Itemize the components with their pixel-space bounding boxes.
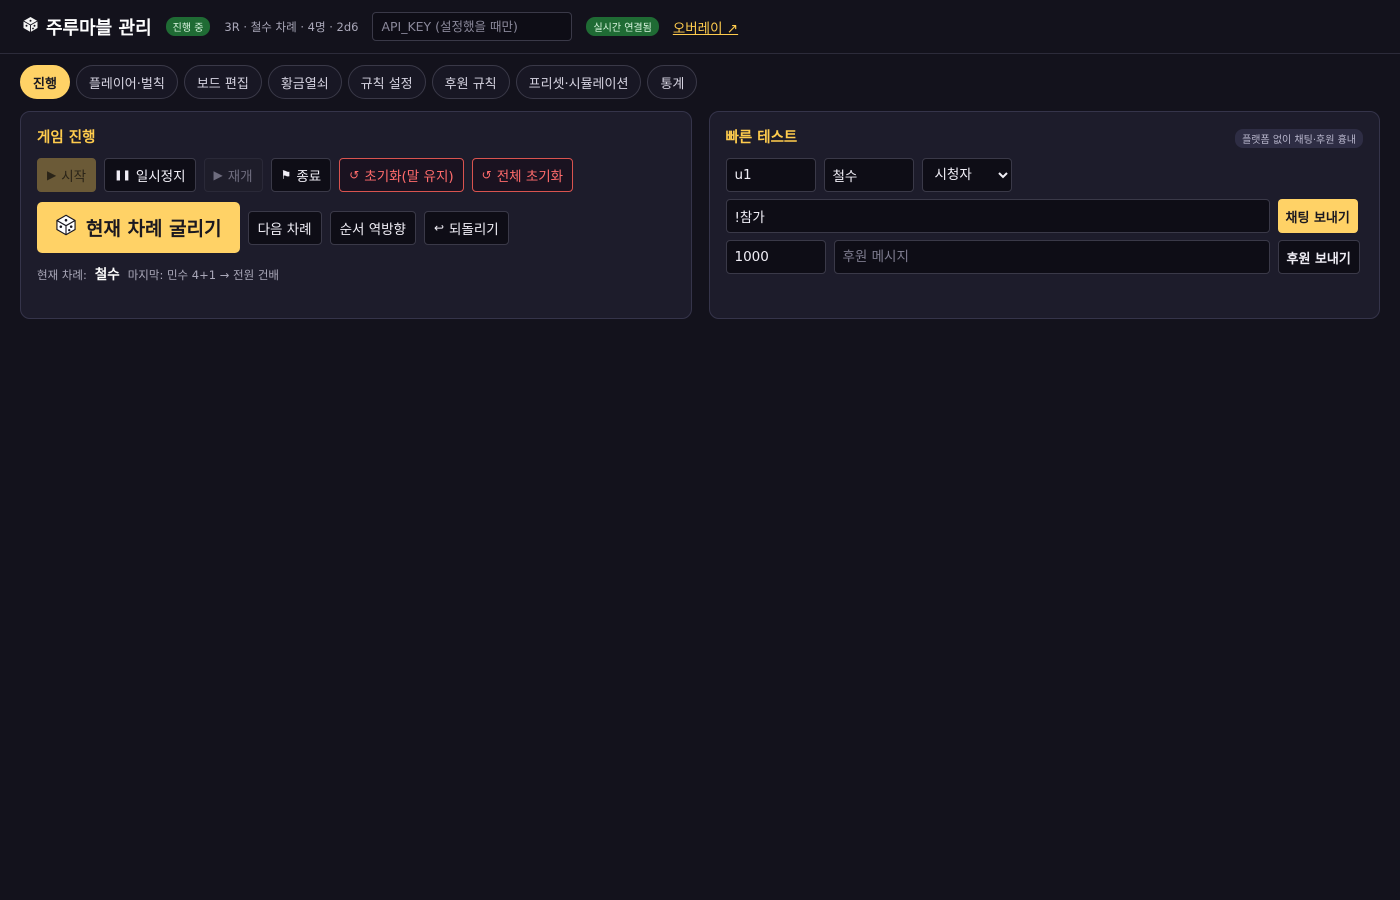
reset-icon: ↺ [349, 168, 360, 182]
control-row: ▶ 시작 ❚❚ 일시정지 ▶ 재개 ⚑ 종료 ↺ 초기화(말 유지) ↺ 전체 … [37, 158, 675, 192]
sender-row: 시청자 [725, 158, 1364, 192]
play-icon: ▶ [47, 168, 57, 182]
turn-row: 현재 차례 굴리기 다음 차례 순서 역방향 ↩ 되돌리기 [37, 202, 675, 253]
roll-label: 현재 차례 굴리기 [86, 218, 222, 240]
quicktest-hint-badge: 플랫폼 없이 채팅·후원 흉내 [1235, 129, 1363, 148]
tab-progress[interactable]: 진행 [20, 65, 70, 99]
current-turn-label: 현재 차례: [37, 268, 87, 282]
reset-keep-label: 초기화(말 유지) [364, 169, 454, 185]
tab-rules[interactable]: 규칙 설정 [347, 65, 426, 99]
undo-button[interactable]: ↩ 되돌리기 [423, 210, 509, 245]
turn-status: 현재 차례: 철수 마지막: 민수 4+1 → 전원 건배 [37, 263, 675, 283]
reverse-order-button[interactable]: 순서 역방향 [329, 210, 416, 245]
panel-title-game: 게임 진행 [37, 130, 96, 146]
user-id-input[interactable] [725, 158, 816, 192]
donation-message-input[interactable] [833, 240, 1270, 274]
flag-icon: ⚑ [280, 168, 292, 182]
dice-icon [55, 214, 77, 241]
app-header: 주루마블 관리 진행 중 3R · 철수 차례 · 4명 · 2d6 실시간 연… [0, 0, 1400, 54]
tab-players-penalties[interactable]: 플레이어·벌칙 [75, 65, 178, 99]
undo-icon: ↩ [433, 220, 445, 235]
tab-golden-keys[interactable]: 황금열쇠 [267, 65, 342, 99]
undo-label: 되돌리기 [449, 221, 499, 238]
dice-icon [22, 16, 39, 38]
start-label: 시작 [61, 169, 87, 185]
tab-presets-simulation[interactable]: 프리셋·시뮬레이션 [515, 65, 642, 99]
resume-button[interactable]: ▶ 재개 [203, 158, 263, 192]
role-select[interactable]: 시청자 [921, 158, 1012, 192]
end-label: 종료 [296, 169, 322, 185]
tab-board-edit[interactable]: 보드 편집 [183, 65, 262, 99]
current-player: 철수 [94, 267, 120, 283]
last-action: 마지막: 민수 4+1 → 전원 건배 [127, 268, 279, 282]
connection-badge: 실시간 연결됨 [586, 17, 659, 36]
reset-all-label: 전체 초기화 [496, 169, 564, 185]
reset-keep-button[interactable]: ↺ 초기화(말 유지) [339, 158, 464, 192]
game-meta: 3R · 철수 차례 · 4명 · 2d6 [224, 19, 359, 34]
end-button[interactable]: ⚑ 종료 [270, 158, 332, 192]
app-brand: 주루마블 관리 [22, 14, 152, 40]
donation-row: 후원 보내기 [725, 240, 1364, 274]
pause-icon: ❚❚ [114, 169, 131, 181]
roll-button[interactable]: 현재 차례 굴리기 [37, 202, 240, 253]
overlay-link[interactable]: 오버레이 ↗ [673, 17, 738, 37]
chat-row: 채팅 보내기 [725, 199, 1364, 233]
game-progress-panel: 게임 진행 ▶ 시작 ❚❚ 일시정지 ▶ 재개 ⚑ 종료 ↺ 초기화(말 유지) [20, 111, 692, 319]
reset-all-button[interactable]: ↺ 전체 초기화 [471, 158, 574, 192]
quick-test-panel: 빠른 테스트 플랫폼 없이 채팅·후원 흉내 시청자 채팅 보내기 후원 보내기 [708, 111, 1380, 319]
pause-label: 일시정지 [135, 169, 186, 185]
resume-label: 재개 [227, 169, 253, 185]
donation-amount-input[interactable] [725, 240, 826, 274]
play-icon: ▶ [213, 168, 223, 182]
start-button[interactable]: ▶ 시작 [37, 158, 97, 192]
chat-message-input[interactable] [725, 199, 1270, 233]
next-turn-button[interactable]: 다음 차례 [247, 210, 322, 245]
tab-donation-rules[interactable]: 후원 규칙 [431, 65, 510, 99]
game-status-badge: 진행 중 [165, 17, 211, 36]
nickname-input[interactable] [823, 158, 914, 192]
tab-bar: 진행 플레이어·벌칙 보드 편집 황금열쇠 규칙 설정 후원 규칙 프리셋·시뮬… [0, 54, 1400, 99]
tab-stats[interactable]: 통계 [647, 65, 698, 99]
pause-button[interactable]: ❚❚ 일시정지 [104, 158, 196, 192]
send-chat-button[interactable]: 채팅 보내기 [1277, 199, 1358, 233]
send-donation-button[interactable]: 후원 보내기 [1277, 240, 1360, 274]
app-title: 주루마블 관리 [46, 17, 152, 39]
reset-icon: ↺ [481, 168, 492, 182]
panels: 게임 진행 ▶ 시작 ❚❚ 일시정지 ▶ 재개 ⚑ 종료 ↺ 초기화(말 유지) [0, 99, 1400, 319]
api-key-input[interactable] [372, 12, 573, 41]
